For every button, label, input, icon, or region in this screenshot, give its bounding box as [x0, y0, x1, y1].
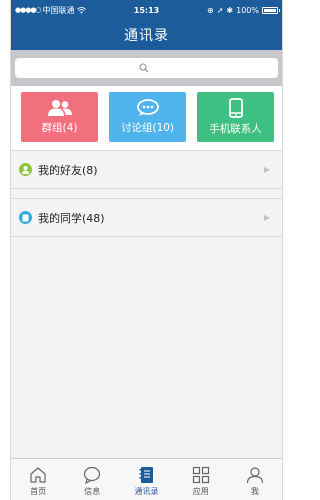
groups-tile[interactable]: 群组(4): [21, 92, 98, 142]
chat-bubble-icon: [136, 99, 159, 116]
contact-list: 我的好友(8) ▶ 我的同学(48) ▶: [11, 150, 282, 458]
list-item-label: 我的好友(8): [38, 163, 98, 177]
search-icon: [139, 63, 149, 73]
phone-icon: [228, 98, 243, 118]
quick-tiles: 群组(4) 讨论组(10) 手机联系人: [11, 86, 282, 150]
tab-bar: 首页 信息 通讯录 应用 我: [11, 458, 282, 500]
phone-contacts-tile-label: 手机联系人: [209, 123, 262, 135]
list-item-label: 我的同学(48): [38, 211, 105, 225]
tab-label: 我: [250, 487, 259, 496]
bluetooth-icon: ✱: [226, 5, 234, 15]
discussion-tile-label: 讨论组(10): [120, 122, 175, 134]
group-icon: [47, 100, 72, 116]
tab-messages[interactable]: 信息: [65, 459, 119, 500]
tab-contacts[interactable]: 通讯录: [119, 459, 173, 500]
rotation-lock-icon: ⊕: [207, 5, 214, 15]
tab-label: 信息: [84, 487, 101, 496]
tab-profile[interactable]: 我: [228, 459, 282, 500]
apps-icon: [192, 466, 209, 484]
contacts-icon: [139, 467, 153, 483]
page-title: 通讯录: [124, 28, 169, 44]
friend-icon: [19, 163, 32, 176]
phone-screen: ●●●●○ 中国联通 15:13 ⊕ ➚ ✱ 100% 通讯录 群组(4) 讨论…: [10, 0, 283, 500]
home-icon: [30, 467, 46, 483]
list-item-friends[interactable]: 我的好友(8) ▶: [11, 150, 282, 189]
tab-label: 应用: [192, 487, 209, 496]
wifi-icon: [76, 6, 86, 14]
chevron-right-icon: ▶: [263, 165, 270, 174]
tab-home[interactable]: 首页: [11, 459, 65, 500]
status-bar: ●●●●○ 中国联通 15:13 ⊕ ➚ ✱ 100%: [11, 0, 282, 20]
battery-icon: [262, 6, 280, 14]
status-right: ⊕ ➚ ✱ 100%: [207, 5, 280, 15]
search-bar-container: [11, 50, 282, 86]
signal-icon: ●●●●○: [15, 6, 42, 14]
discussion-tile[interactable]: 讨论组(10): [109, 92, 186, 142]
tab-label: 首页: [30, 487, 47, 496]
chevron-right-icon: ▶: [263, 213, 270, 222]
search-field[interactable]: [15, 58, 278, 78]
groups-tile-label: 群组(4): [41, 122, 78, 134]
carrier-label: 中国联通: [42, 5, 75, 15]
navigation-bar: 通讯录: [11, 20, 282, 50]
tab-apps[interactable]: 应用: [174, 459, 228, 500]
tab-label: 通讯录: [134, 487, 159, 496]
profile-icon: [246, 467, 264, 484]
message-icon: [84, 466, 101, 484]
battery-percent: 100%: [236, 5, 259, 15]
location-icon: ➚: [216, 5, 224, 15]
classmate-icon: [19, 211, 32, 224]
status-left: ●●●●○ 中国联通: [15, 5, 86, 16]
list-item-classmates[interactable]: 我的同学(48) ▶: [11, 198, 282, 237]
phone-contacts-tile[interactable]: 手机联系人: [197, 92, 274, 142]
